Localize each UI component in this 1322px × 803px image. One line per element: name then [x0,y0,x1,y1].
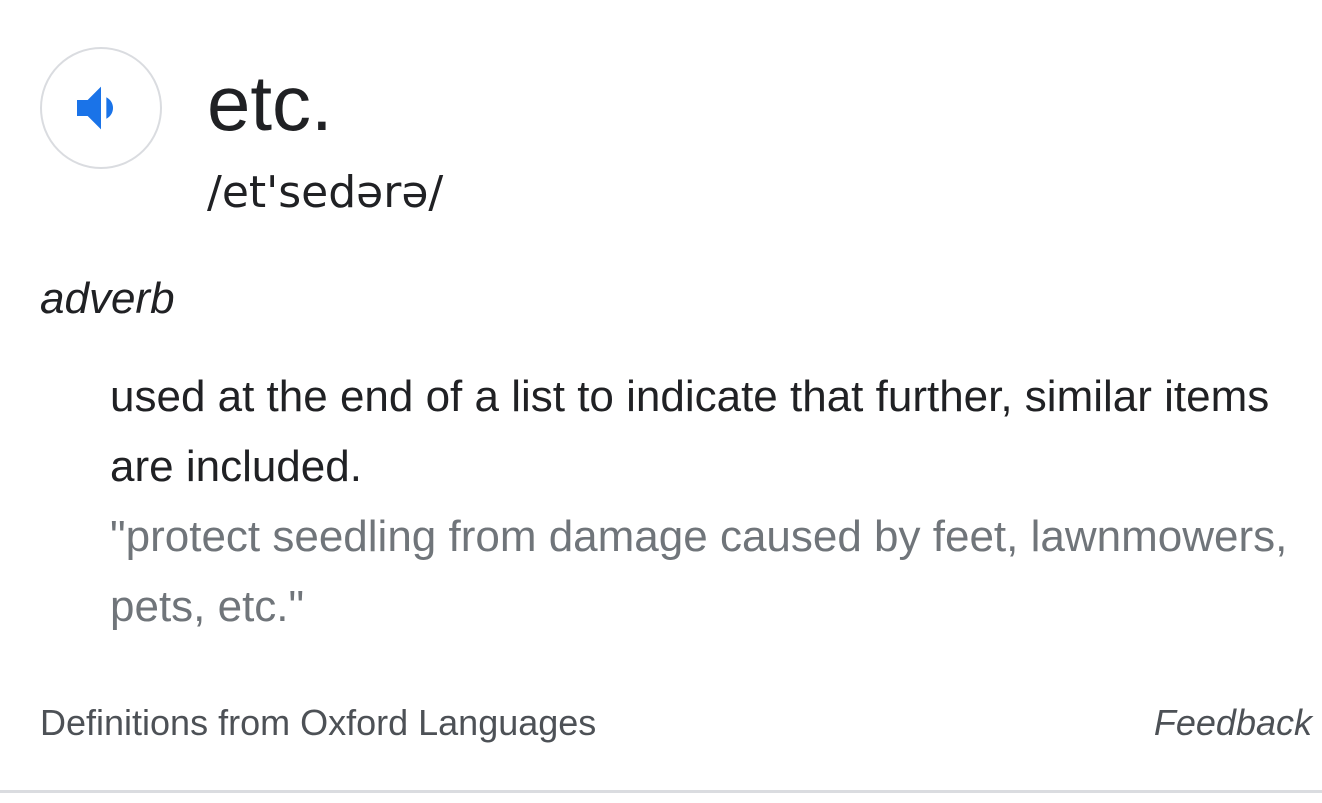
part-of-speech: adverb [40,274,175,323]
speaker-icon [69,76,133,140]
divider [0,790,1322,793]
phonetic-spelling: /et'sedərə/ [207,167,444,218]
definition-text: used at the end of a list to indicate th… [110,372,1270,491]
example-sentence: "protect seedling from damage caused by … [110,512,1288,631]
feedback-link[interactable]: Feedback [1154,700,1312,746]
dictionary-card: etc. /et'sedərə/ adverb used at the end … [0,0,1322,803]
headword: etc. [207,59,333,147]
pronounce-button[interactable] [40,47,162,169]
source-attribution: Definitions from Oxford Languages [40,702,597,743]
